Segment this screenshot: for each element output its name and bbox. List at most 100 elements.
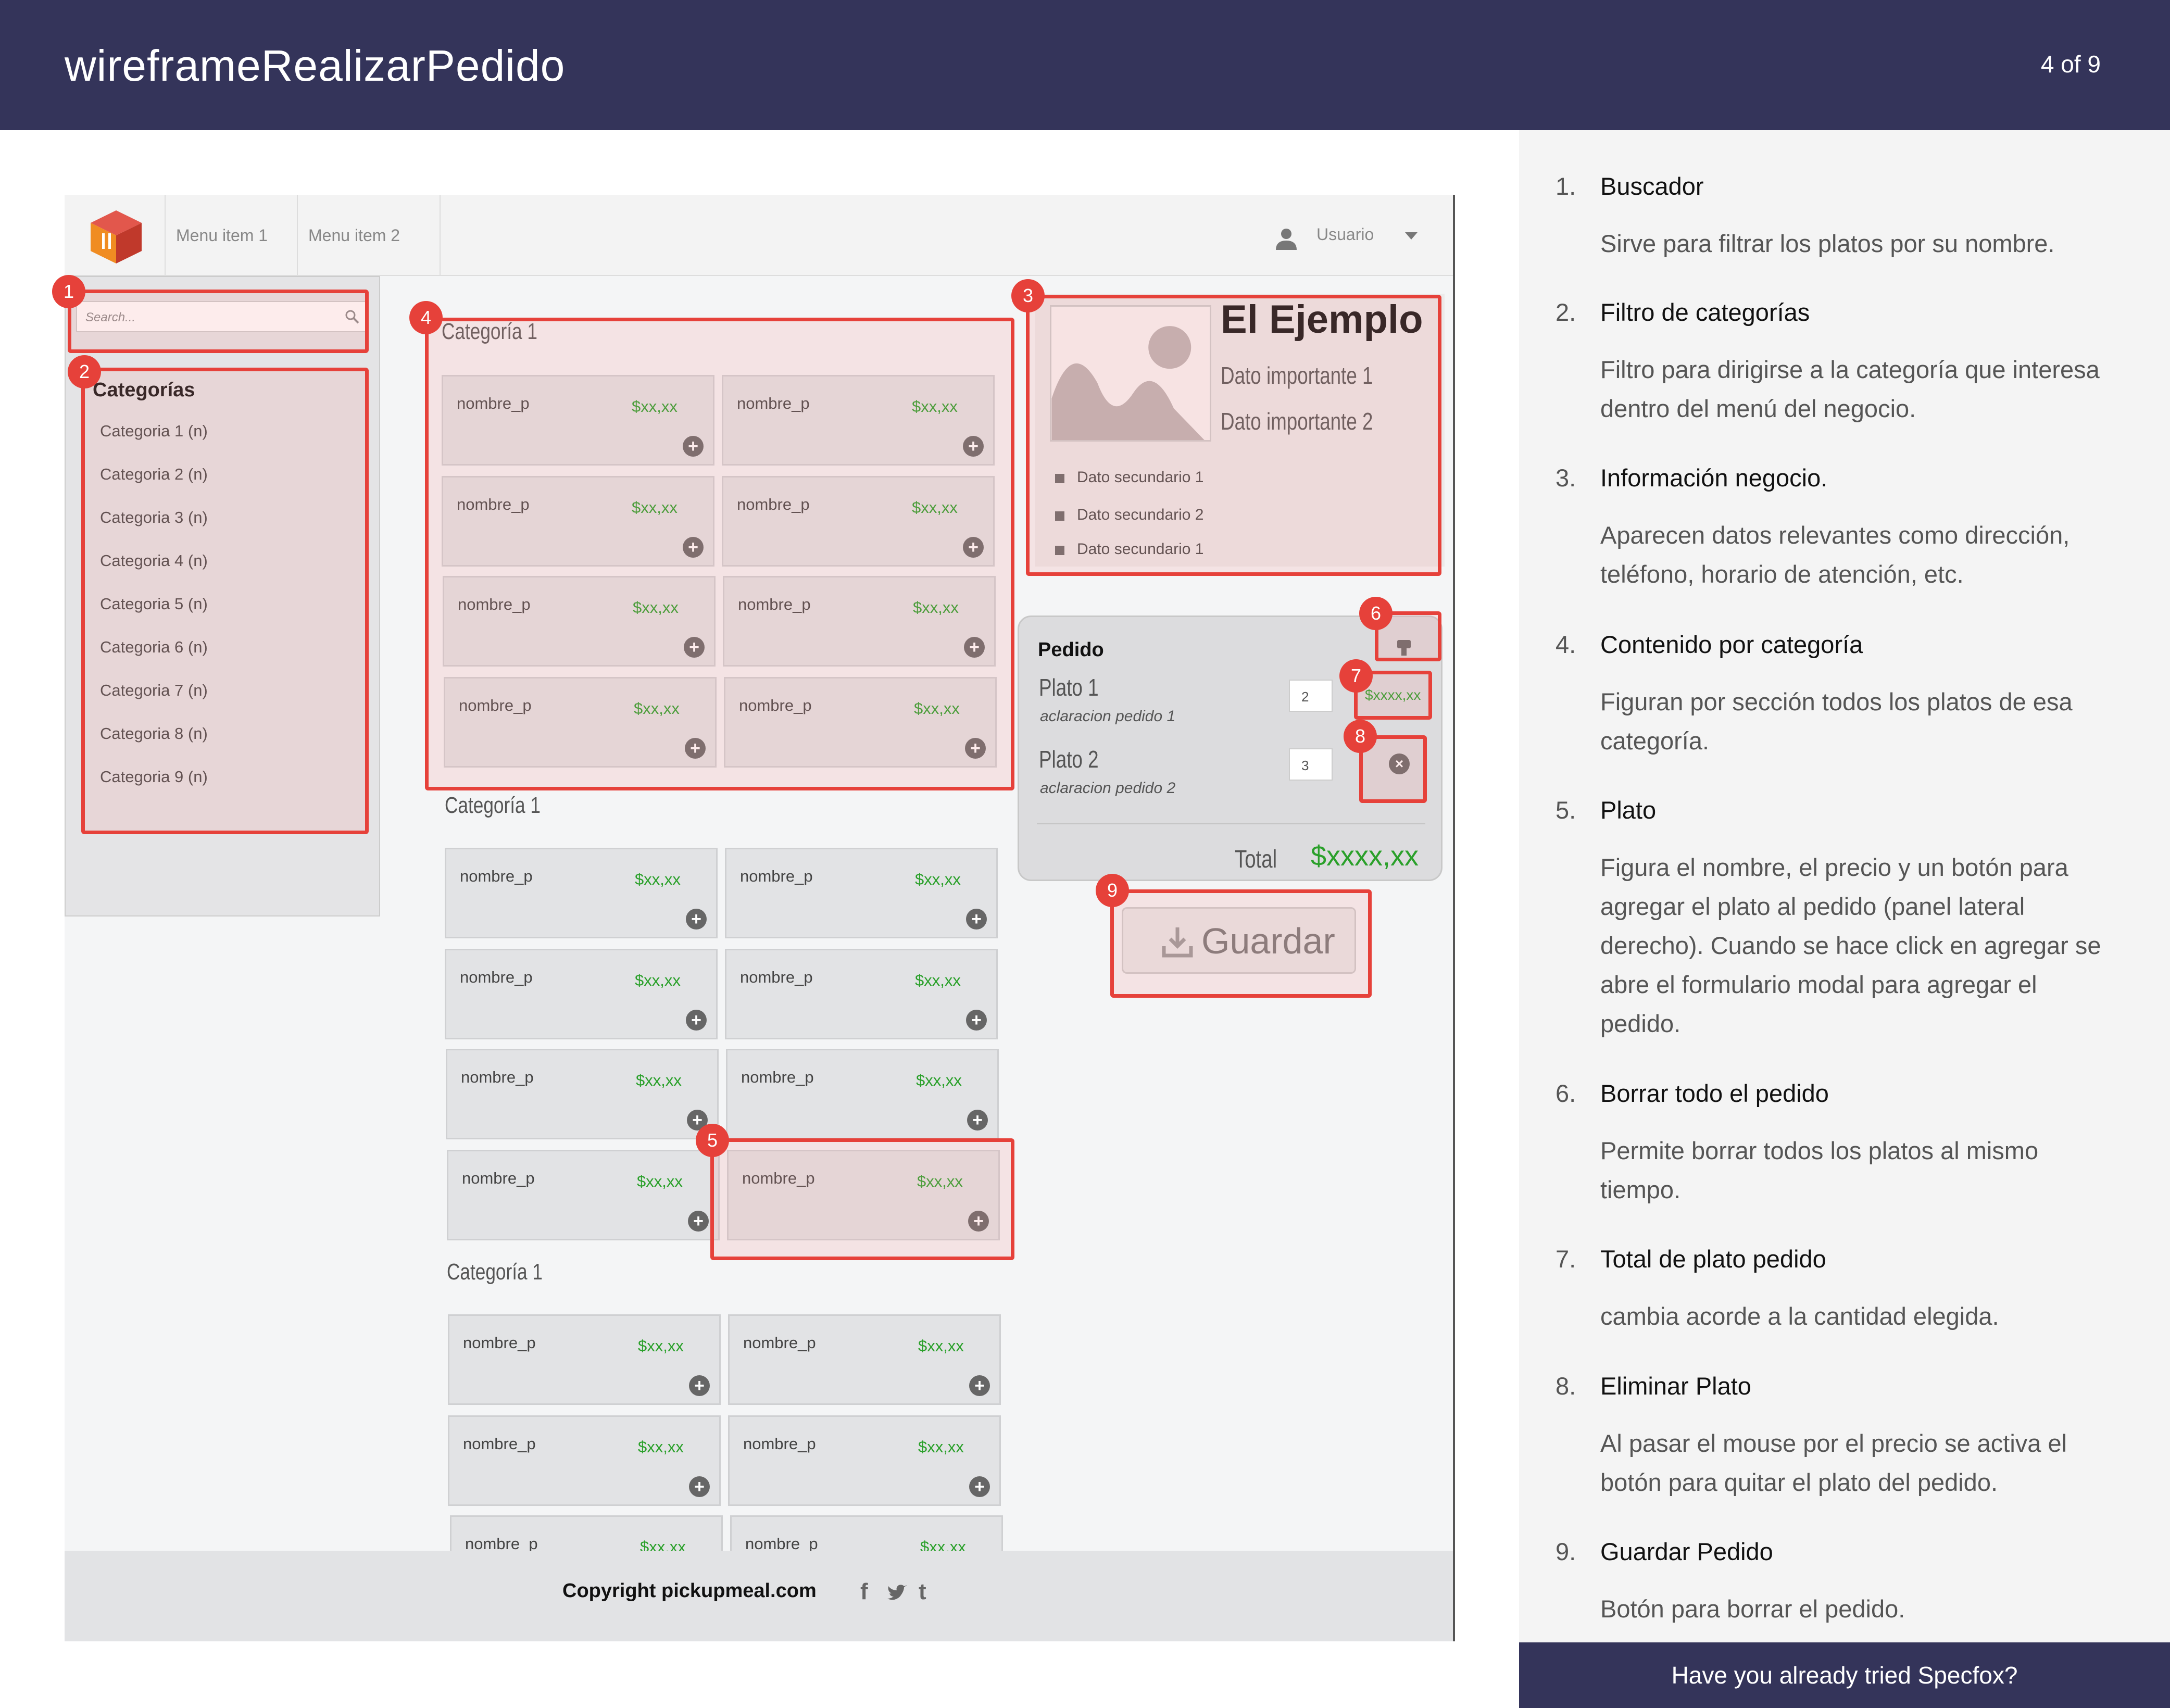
dish-card[interactable]: nombre_p $xx,xx + [725,848,998,938]
order-item-name: Plato 1 [1039,674,1099,701]
note-description: Permite borrar todos los platos al mismo… [1600,1137,2039,1203]
document-title: wireframeRealizarPedido [65,41,566,90]
note-number: 7. [1556,1245,1576,1273]
add-icon[interactable]: + [689,1375,710,1396]
annotation-badge: 1 [52,275,85,308]
add-icon[interactable]: + [686,1010,707,1031]
document-header: wireframeRealizarPedido 4 of 9 [0,0,2170,130]
total-label: Total [1235,846,1277,873]
user-menu[interactable]: Usuario [1316,225,1374,244]
chevron-down-icon[interactable] [1405,232,1418,240]
add-icon[interactable]: + [688,1211,709,1232]
annotation-badge: 3 [1011,279,1045,312]
dish-card[interactable]: nombre_p $xx,xx + [448,1415,721,1506]
dish-card[interactable]: nombre_p $xx,xx + [447,1150,720,1240]
note-number: 6. [1556,1079,1576,1107]
menu-item-1[interactable]: Menu item 1 [165,195,300,276]
dish-card[interactable]: nombre_p $xx,xx + [726,1049,999,1139]
add-icon[interactable]: + [686,909,707,930]
note-title: Total de plato pedido [1600,1245,1826,1273]
annotation-badge: 5 [696,1124,729,1157]
note-description: Sirve para filtrar los platos por su nom… [1600,230,2055,257]
dish-price: $xx,xx [918,1438,964,1456]
annotation-badge: 7 [1339,659,1373,693]
note-title: Plato [1600,796,1657,824]
dish-name: nombre_p [740,867,813,885]
footer: Copyright pickupmeal.com f t [65,1551,1453,1641]
note-title: Eliminar Plato [1600,1372,1751,1400]
dish-name: nombre_p [463,1334,536,1352]
note-description: Filtro para dirigirse a la categoría que… [1600,356,2100,422]
dish-price: $xx,xx [637,1172,683,1190]
order-item-note: aclaracion pedido 2 [1040,780,1176,797]
note-title: Guardar Pedido [1600,1538,1773,1565]
note-number: 5. [1556,796,1576,824]
dish-card[interactable]: nombre_p $xx,xx + [445,848,718,938]
dish-card[interactable]: nombre_p $xx,xx + [446,1049,719,1139]
dish-price: $xx,xx [918,1337,964,1355]
note-title: Filtro de categorías [1600,298,1810,326]
annotation-badge: 4 [409,301,443,334]
dish-name: nombre_p [460,968,533,986]
dish-name: nombre_p [743,1435,816,1453]
note-title: Borrar todo el pedido [1600,1079,1829,1107]
order-item-note: aclaracion pedido 1 [1040,708,1176,725]
dish-name: nombre_p [743,1334,816,1352]
highlight-categories [81,368,369,834]
annotation-badge: 8 [1344,720,1377,753]
dish-price: $xx,xx [635,870,681,888]
note-title: Buscador [1600,172,1704,200]
menu-item-2[interactable]: Menu item 2 [297,195,441,276]
note-description: Figura el nombre, el precio y un botón p… [1600,853,2101,1037]
tumblr-icon[interactable]: t [919,1579,926,1605]
note-description: Aparecen datos relevantes como dirección… [1600,521,2070,588]
category-heading: Categoría 1 [445,793,541,818]
dish-price: $xx,xx [638,1337,684,1355]
category-heading: Categoría 1 [447,1259,543,1285]
dish-price: $xx,xx [915,870,961,888]
note-description: cambia acorde a la cantidad elegida. [1600,1302,1999,1330]
note-number: 4. [1556,631,1576,658]
dish-price: $xx,xx [638,1438,684,1456]
dish-card[interactable]: nombre_p $xx,xx + [445,949,718,1039]
divider [1037,823,1425,824]
highlight-save-order [1110,889,1372,998]
highlight-category-content [425,318,1014,790]
dish-card[interactable]: nombre_p $xx,xx + [725,949,998,1039]
add-icon[interactable]: + [967,1110,988,1131]
annotation-badge: 9 [1096,874,1129,907]
note-number: 9. [1556,1538,1576,1565]
dish-name: nombre_p [462,1169,535,1187]
dish-card[interactable]: nombre_p $xx,xx + [448,1314,721,1405]
dish-name: nombre_p [463,1435,536,1453]
order-item-name: Plato 2 [1039,746,1099,773]
add-icon[interactable]: + [689,1476,710,1497]
order-title: Pedido [1038,639,1104,661]
add-icon[interactable]: + [966,1010,987,1031]
add-icon[interactable]: + [966,909,987,930]
dish-price: $xx,xx [916,1071,962,1089]
dish-card[interactable]: nombre_p $xx,xx + [728,1415,1001,1506]
twitter-icon[interactable] [886,1584,907,1602]
note-number: 8. [1556,1372,1576,1400]
highlight-search [68,290,369,353]
add-icon[interactable]: + [969,1476,990,1497]
total-value: $xxxx,xx [1311,840,1419,872]
note-title: Información negocio. [1600,464,1828,492]
dish-price: $xx,xx [636,1071,682,1089]
note-number: 2. [1556,298,1576,326]
quantity-stepper[interactable]: 2 [1289,680,1333,712]
specfox-promo-link[interactable]: Have you already tried Specfox? [1519,1642,2170,1708]
note-description: Figuran por sección todos los platos de … [1600,688,2073,755]
note-number: 3. [1556,464,1576,492]
dish-card[interactable]: nombre_p $xx,xx + [728,1314,1001,1405]
facebook-icon[interactable]: f [860,1579,868,1605]
dish-price: $xx,xx [635,971,681,989]
navbar: Menu item 1 Menu item 2 Usuario [65,195,1453,276]
logo-icon [91,210,142,263]
dish-price: $xx,xx [915,971,961,989]
annotation-badge: 6 [1359,597,1393,630]
dish-name: nombre_p [740,968,813,986]
add-icon[interactable]: + [969,1375,990,1396]
quantity-stepper[interactable]: 3 [1289,748,1333,781]
